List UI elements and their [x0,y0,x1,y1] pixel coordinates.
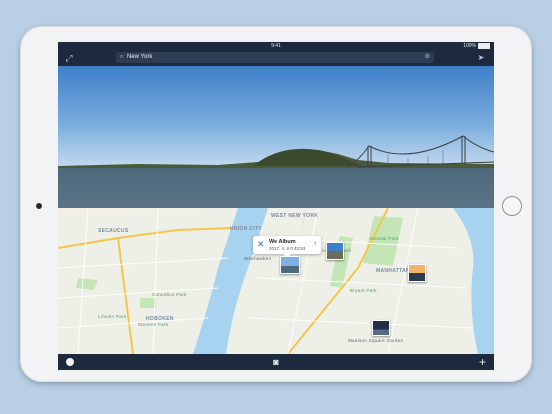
battery-indicator: 100% [463,43,490,49]
map-label-manhattan: MANHATTAN [376,268,410,274]
photo-thumbnail[interactable] [280,256,300,274]
map-label-central-park: Central Park [370,236,399,241]
map-label-stevens-park: Stevens Park [138,322,169,327]
photo-thumbnail[interactable] [408,264,426,282]
battery-percent: 100% [463,43,476,49]
front-camera [36,203,42,209]
photo-thumbnail[interactable] [326,242,344,260]
callout-album-title: We Album [269,239,296,245]
top-navigation-bar: ⤢ ⌕ New York ⚙ ➤ [58,50,494,66]
status-time: 9:41 [271,43,281,49]
photo-thumbnail[interactable] [372,320,390,336]
search-input-value: New York [127,54,153,60]
map-label-secaucus: SECAUCUS [98,228,129,234]
map-label-union-city: UNION CITY [230,226,262,232]
expand-icon[interactable]: ⤢ [64,53,74,63]
arrow-up-icon[interactable]: ↑ [313,240,317,248]
app-screen: 9:41 100% ⤢ ⌕ New York ⚙ ➤ UNION CITY WE… [58,42,494,370]
map-label-west-new-york: WEST NEW YORK [271,213,319,219]
map-label-lincoln-park: Lincoln Park [98,314,127,319]
battery-icon [478,43,490,49]
close-icon[interactable]: ✕ [257,240,265,249]
home-button[interactable] [502,196,522,216]
search-input[interactable]: ⌕ New York ⚙ [116,52,434,63]
callout-date: 2017. 4. 8 0:42:53 [269,246,306,251]
gear-icon[interactable]: ⚙ [425,52,430,63]
status-bar: 9:41 100% [58,42,494,50]
photo-callout[interactable]: ✕ We Album 2017. 4. 8 0:42:53 ↑ [253,236,321,258]
bottom-toolbar: ◙ + [58,354,494,370]
camera-icon[interactable]: ◙ [270,357,282,367]
map-label-weehawken: Weehawken [244,256,272,261]
plus-icon[interactable]: + [479,355,486,369]
map-view[interactable]: UNION CITY WEST NEW YORK SECAUCUS MANHAT… [58,208,494,354]
photo-view[interactable] [58,66,494,208]
search-icon: ⌕ [120,54,124,60]
record-circle-icon[interactable] [66,358,74,366]
map-label-madison-square-garden: Madison Square Garden [348,338,404,343]
map-label-bryant-park: Bryant Park [350,288,377,293]
map-label-columbus-park: Columbus Park [152,292,187,297]
location-arrow-icon[interactable]: ➤ [476,53,486,63]
